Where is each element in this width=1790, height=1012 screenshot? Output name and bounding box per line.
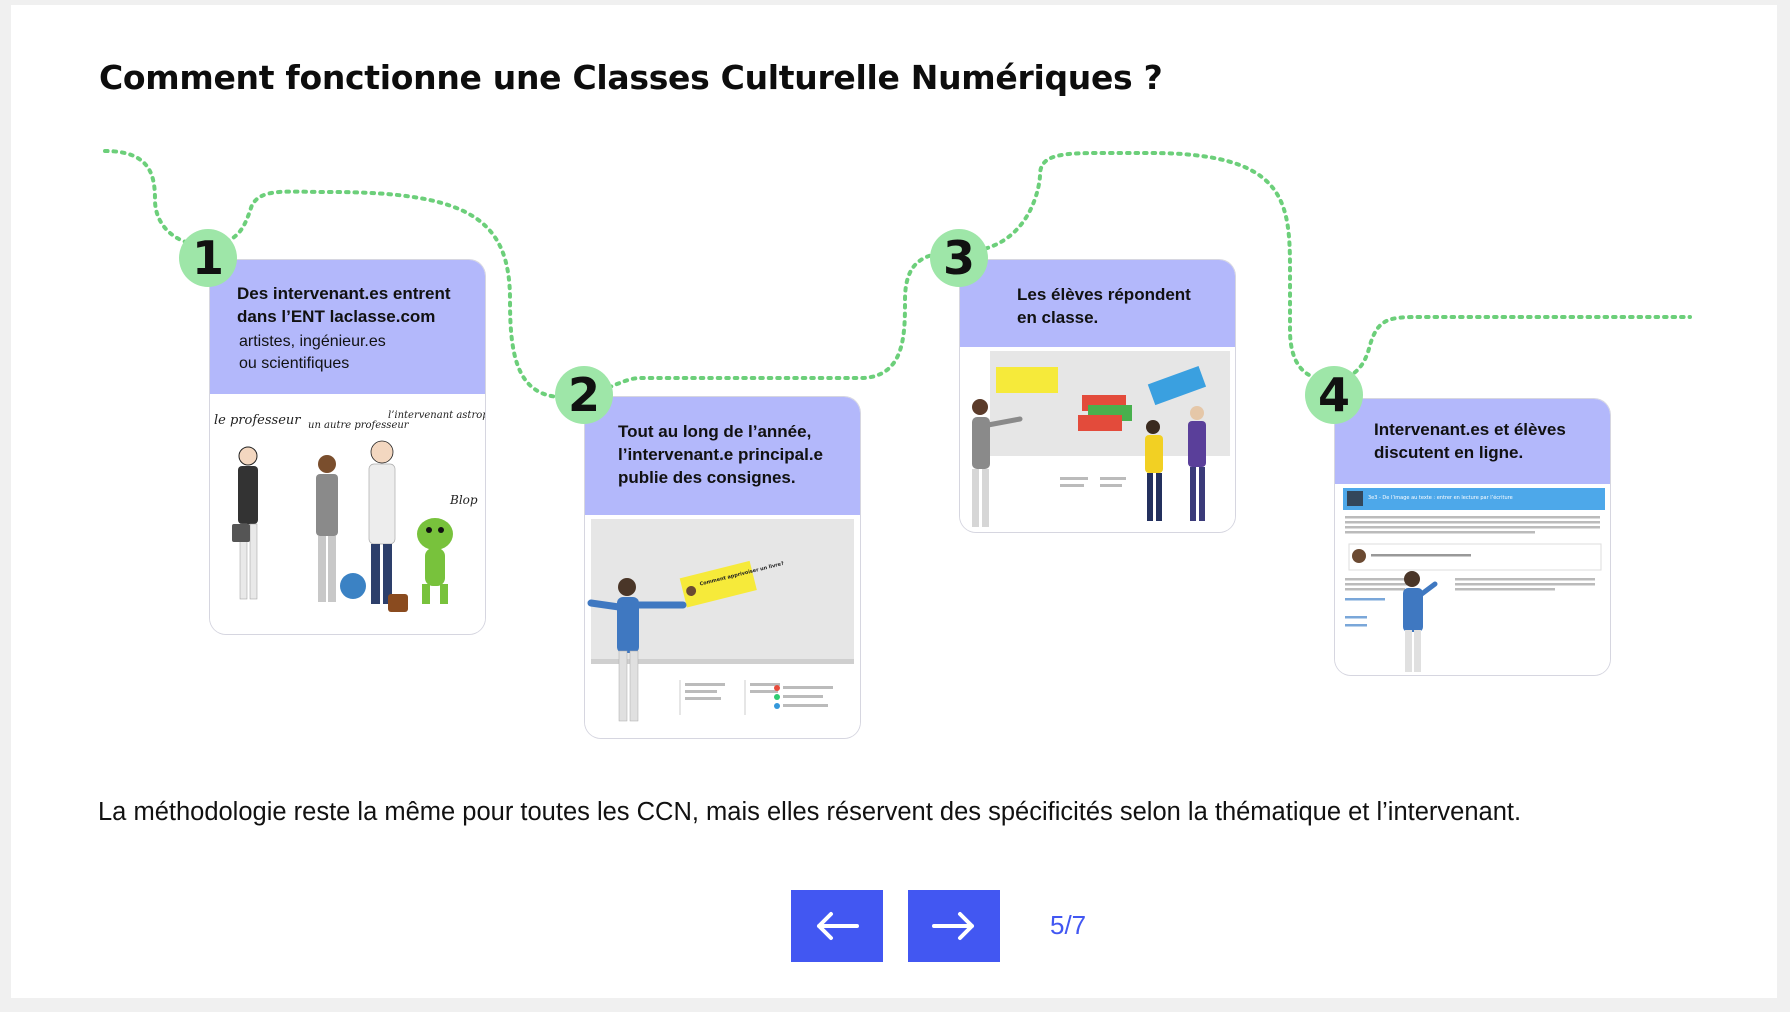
students-screen-illustration (972, 351, 1230, 527)
arrow-right-icon (932, 912, 974, 940)
characters-illustration: le professeur un autre professeur l’inte… (214, 410, 485, 612)
step-3-badge: 3 (930, 229, 988, 287)
methodology-caption: La méthodologie reste la même pour toute… (98, 798, 1522, 826)
teacher-screen-illustration: Comment apprivoiser un livre? (587, 519, 854, 722)
page-counter: 5/7 (1050, 910, 1087, 940)
step-2-title-line-3: publie des consignes. (618, 468, 796, 487)
label-professeur: le professeur (214, 413, 301, 428)
label-blop: Blop (449, 493, 478, 507)
step-1-illustration: le professeur un autre professeur l’inte… (210, 394, 485, 634)
step-3-title-line-2: en classe. (1017, 308, 1099, 327)
step-4-card: Intervenant.es et élèves discutent en li… (1335, 399, 1610, 675)
step-2-badge: 2 (555, 366, 613, 424)
step-1-badge: 1 (179, 229, 237, 287)
step-1-card: Des intervenant.es entrent dans l’ENT la… (210, 260, 485, 634)
step-1-subtitle-line-2: ou scientifiques (239, 355, 350, 372)
label-intervenant: l’intervenant astrophysicien (388, 410, 485, 421)
next-button[interactable] (908, 890, 1000, 962)
forum-illustration: 3e3 - De l’image au texte : entrer en le… (1343, 488, 1605, 672)
step-3-title-line-1: Les élèves répondent (1017, 285, 1191, 304)
step-1-header: Des intervenant.es entrent dans l’ENT la… (210, 260, 485, 394)
step-4-badge: 4 (1305, 366, 1363, 424)
step-4-illustration: 3e3 - De l’image au texte : entrer en le… (1335, 484, 1610, 675)
step-2-header: Tout au long de l’année, l’intervenant.e… (585, 397, 860, 515)
step-1-title-line-2: dans l’ENT laclasse.com (237, 307, 436, 326)
step-2-illustration: Comment apprivoiser un livre? (585, 515, 860, 738)
step-3-card: Les élèves répondent en classe. (960, 260, 1235, 532)
step-4-header: Intervenant.es et élèves discutent en li… (1335, 399, 1610, 484)
step-1-subtitle-line-1: artistes, ingénieur.es (239, 333, 386, 350)
step-4-title-line-2: discutent en ligne. (1374, 443, 1524, 462)
step-4-title-line-1: Intervenant.es et élèves (1374, 420, 1566, 439)
step-1-title-line-1: Des intervenant.es entrent (237, 284, 451, 303)
arrow-left-icon (817, 912, 859, 940)
step-2-title-line-1: Tout au long de l’année, (618, 422, 812, 441)
previous-button[interactable] (791, 890, 883, 962)
label-autre-professeur: un autre professeur (308, 420, 410, 431)
forum-post-title: 3e3 - De l’image au texte : entrer en le… (1368, 494, 1513, 501)
step-2-card: Tout au long de l’année, l’intervenant.e… (585, 397, 860, 738)
step-2-title-line-2: l’intervenant.e principal.e (618, 445, 824, 464)
step-3-header: Les élèves répondent en classe. (960, 260, 1235, 347)
step-3-illustration (960, 347, 1235, 532)
